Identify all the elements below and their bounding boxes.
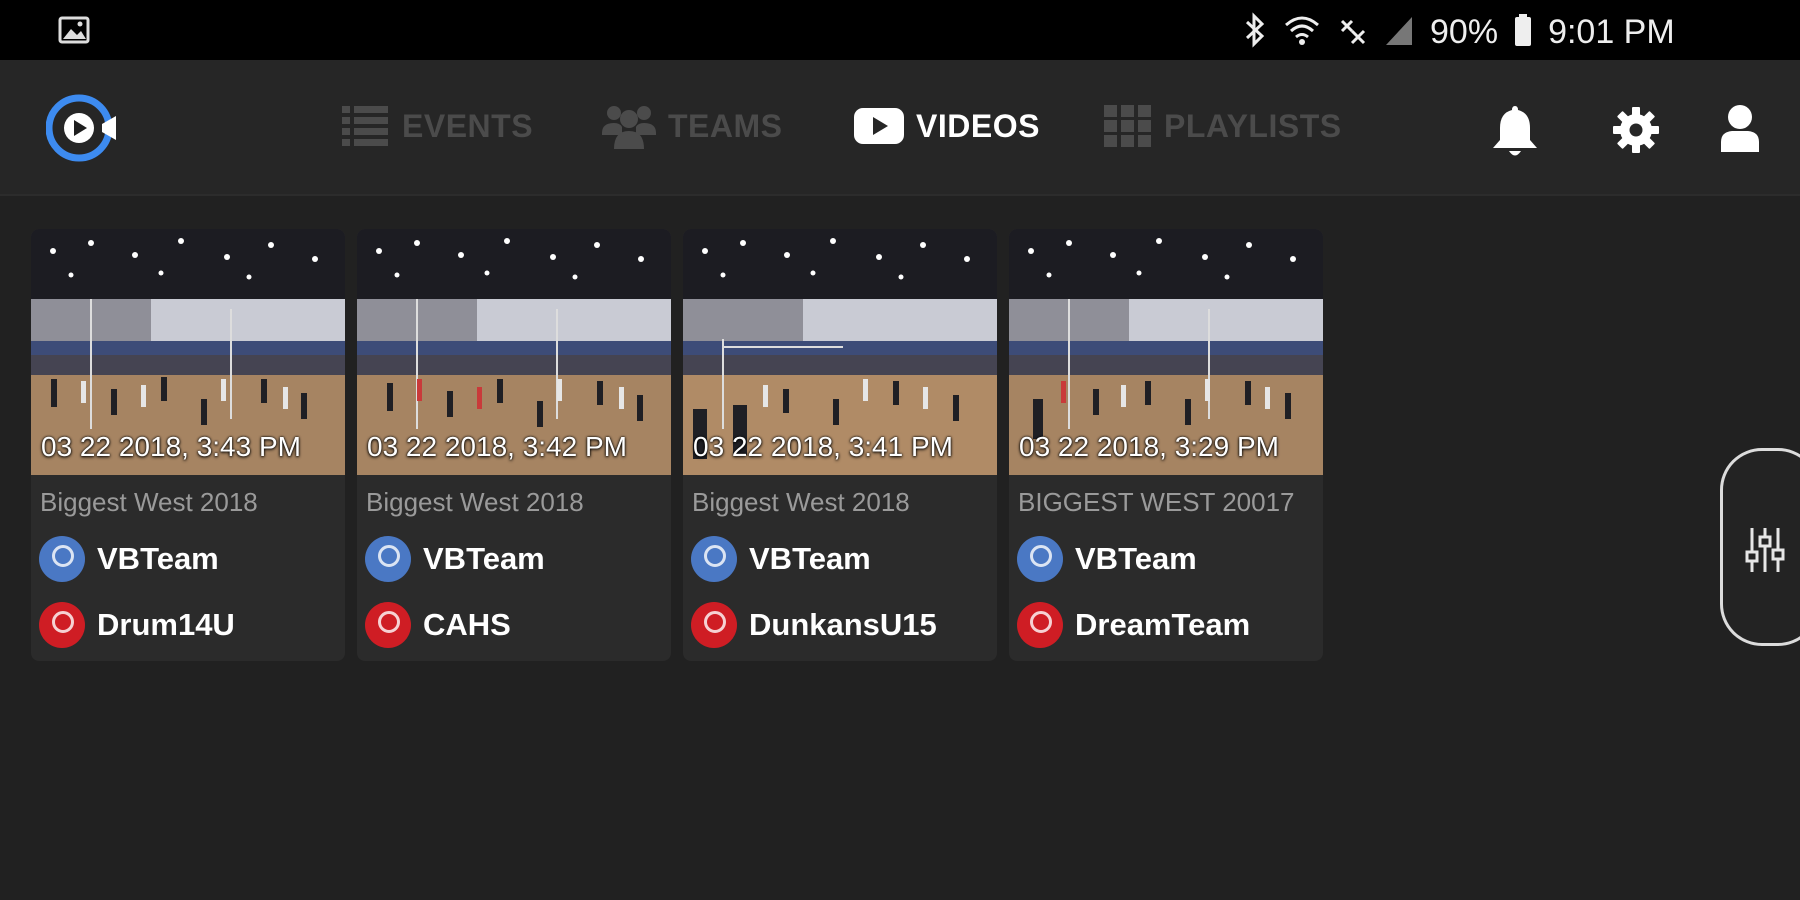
video-date: 03 22 2018, 3:43 PM <box>41 431 301 462</box>
wifi-icon <box>1282 13 1322 52</box>
event-name: BIGGEST WEST 20017 <box>1018 487 1295 517</box>
gear-icon[interactable] <box>1612 106 1660 159</box>
status-bar: 90% 9:01 PM <box>0 0 1800 60</box>
team-row: CAHS <box>365 601 511 649</box>
tab-events-label: EVENTS <box>402 107 534 144</box>
team-logo-icon <box>39 602 85 648</box>
bluetooth-icon <box>1244 11 1266 53</box>
team-logo-icon <box>1017 536 1063 582</box>
team-name: DunkansU15 <box>749 607 937 642</box>
team-name: VBTeam <box>97 541 219 576</box>
video-card[interactable]: 03 22 2018, 3:29 PM BIGGEST WEST 20017 V… <box>1009 229 1323 661</box>
list-icon <box>340 104 390 148</box>
team-row: VBTeam <box>365 535 545 583</box>
video-card[interactable]: 03 22 2018, 3:41 PM Biggest West 2018 VB… <box>683 229 997 661</box>
tab-teams-label: TEAMS <box>668 107 783 144</box>
team-row: DunkansU15 <box>691 601 937 649</box>
battery-icon <box>1514 13 1532 52</box>
data-icon <box>1338 13 1368 52</box>
team-name: VBTeam <box>423 541 545 576</box>
bell-icon[interactable] <box>1490 104 1540 163</box>
app-logo[interactable] <box>45 90 122 166</box>
team-name: VBTeam <box>749 541 871 576</box>
team-row: Drum14U <box>39 601 235 649</box>
video-card[interactable]: 03 22 2018, 3:43 PM Biggest West 2018 VB… <box>31 229 345 661</box>
status-time: 9:01 PM <box>1548 12 1675 51</box>
event-name: Biggest West 2018 <box>40 487 258 517</box>
youtube-icon <box>854 106 904 146</box>
users-icon <box>602 103 656 149</box>
team-name: Drum14U <box>97 607 235 642</box>
team-logo-icon <box>365 536 411 582</box>
signal-icon <box>1384 13 1414 52</box>
video-date: 03 22 2018, 3:29 PM <box>1019 431 1279 462</box>
tab-events[interactable]: EVENTS <box>340 96 533 156</box>
tab-videos[interactable]: VIDEOS <box>854 96 1040 156</box>
battery-percent: 90% <box>1430 12 1499 51</box>
team-row: VBTeam <box>39 535 219 583</box>
team-logo-icon <box>691 536 737 582</box>
tab-playlists[interactable]: PLAYLISTS <box>1104 96 1342 156</box>
tab-videos-label: VIDEOS <box>916 107 1040 144</box>
video-thumbnail[interactable]: 03 22 2018, 3:29 PM <box>1009 229 1323 475</box>
video-thumbnail[interactable]: 03 22 2018, 3:42 PM <box>357 229 671 475</box>
image-icon <box>58 16 90 49</box>
team-row: DreamTeam <box>1017 601 1250 649</box>
video-thumbnail[interactable]: 03 22 2018, 3:41 PM <box>683 229 997 475</box>
user-icon[interactable] <box>1720 104 1760 159</box>
team-logo-icon <box>39 536 85 582</box>
team-name: DreamTeam <box>1075 607 1251 642</box>
team-name: VBTeam <box>1075 541 1197 576</box>
event-name: Biggest West 2018 <box>692 487 910 517</box>
team-logo-icon <box>365 602 411 648</box>
grid-icon <box>1104 105 1152 147</box>
tab-playlists-label: PLAYLISTS <box>1164 107 1342 144</box>
video-date: 03 22 2018, 3:42 PM <box>367 431 627 462</box>
video-date: 03 22 2018, 3:41 PM <box>693 431 953 462</box>
team-logo-icon <box>691 602 737 648</box>
team-row: VBTeam <box>1017 535 1197 583</box>
tab-teams[interactable]: TEAMS <box>602 96 783 156</box>
filter-button[interactable] <box>1720 448 1800 646</box>
team-logo-icon <box>1017 602 1063 648</box>
event-name: Biggest West 2018 <box>366 487 584 517</box>
video-card[interactable]: 03 22 2018, 3:42 PM Biggest West 2018 VB… <box>357 229 671 661</box>
app-bar: EVENTS TEAMS VIDEOS PLAYLISTS <box>0 60 1800 196</box>
team-row: VBTeam <box>691 535 871 583</box>
video-thumbnail[interactable]: 03 22 2018, 3:43 PM <box>31 229 345 475</box>
team-name: CAHS <box>423 607 511 642</box>
